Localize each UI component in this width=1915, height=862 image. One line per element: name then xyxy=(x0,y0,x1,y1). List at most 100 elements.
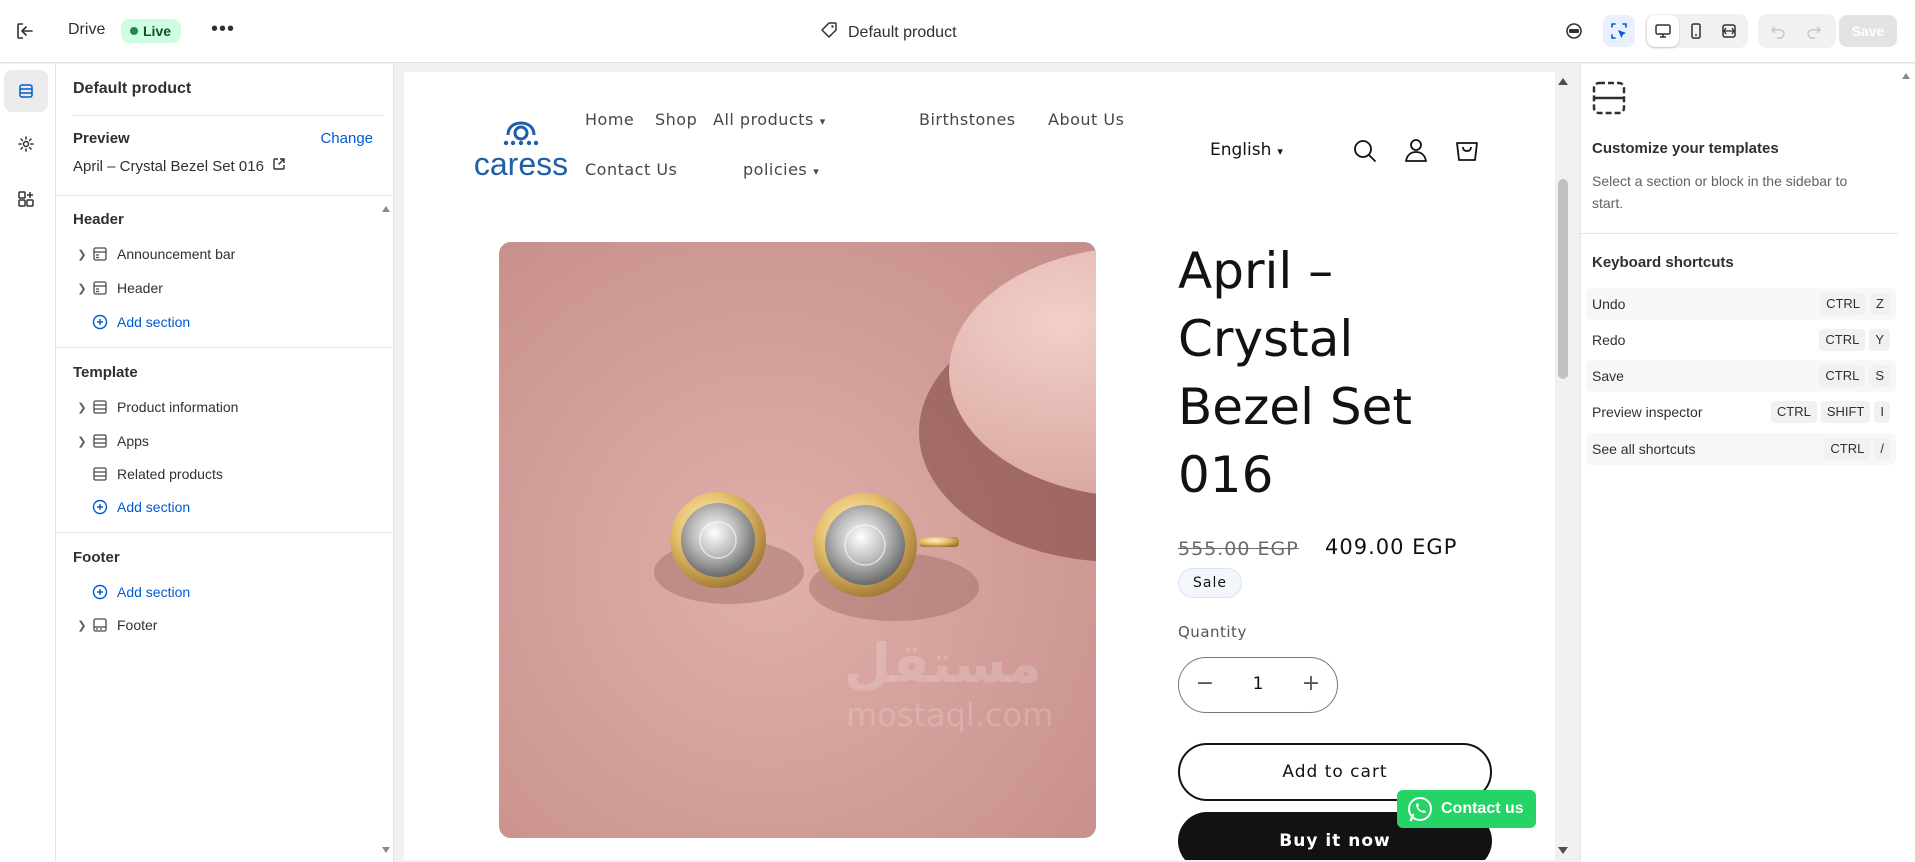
watermark: مستقل xyxy=(844,632,1042,695)
increase-button[interactable]: + xyxy=(1299,672,1323,696)
chevron-down-icon: ▾ xyxy=(813,165,820,178)
exit-icon[interactable] xyxy=(14,20,36,42)
account-icon[interactable] xyxy=(1402,136,1430,164)
selector-icon[interactable] xyxy=(1603,15,1635,47)
whatsapp-icon xyxy=(1408,797,1432,822)
theme-name[interactable]: Drive xyxy=(68,21,105,39)
add-section-footer[interactable]: Add section xyxy=(72,579,190,605)
key: / xyxy=(1874,438,1890,460)
chevron-right-icon[interactable]: ❯ xyxy=(72,435,92,448)
section-item-footer[interactable]: ❯ Footer xyxy=(72,612,157,638)
nav-contact-us[interactable]: Contact Us xyxy=(585,160,677,179)
section-item-label: Header xyxy=(117,280,163,296)
nav-all-products[interactable]: All products ▾ xyxy=(713,110,826,129)
chevron-right-icon[interactable]: ❯ xyxy=(72,401,92,414)
scroll-up-arrow[interactable] xyxy=(381,201,391,212)
section-item-label: Product information xyxy=(117,399,239,415)
section-icon xyxy=(92,399,114,415)
preview-canvas: caress Home Shop All products ▾ Birthston… xyxy=(394,64,1580,862)
shortcut-keys: CTRL / xyxy=(1824,438,1890,460)
key: I xyxy=(1874,401,1890,423)
shortcut-row-see-all[interactable]: See all shortcuts CTRL / xyxy=(1586,433,1896,465)
scrollbar-thumb[interactable] xyxy=(1558,179,1568,379)
divider xyxy=(73,115,383,116)
apps-icon[interactable] xyxy=(4,178,48,220)
watermark-domain: mostaql.com xyxy=(846,696,1054,734)
divider xyxy=(56,195,393,196)
live-badge: Live xyxy=(121,19,182,43)
shortcut-keys: CTRL SHIFT I xyxy=(1770,401,1890,423)
save-button[interactable]: Save xyxy=(1839,15,1897,47)
top-bar: Drive Live ••• Default product Save xyxy=(0,0,1915,63)
section-icon xyxy=(92,617,114,633)
section-item-announcement-bar[interactable]: ❯ Announcement bar xyxy=(72,241,235,267)
quantity-input[interactable]: 1 xyxy=(1234,674,1282,694)
key: CTRL xyxy=(1819,365,1866,387)
inspector-icon[interactable] xyxy=(1558,15,1590,47)
group-title-footer: Footer xyxy=(73,549,120,566)
section-item-apps[interactable]: ❯ Apps xyxy=(72,428,149,454)
whatsapp-contact-button[interactable]: Contact us xyxy=(1397,790,1536,828)
shortcut-row-redo: Redo CTRL Y xyxy=(1586,324,1896,356)
product-image[interactable] xyxy=(499,242,1096,838)
group-title-header: Header xyxy=(73,211,124,228)
search-icon[interactable] xyxy=(1351,137,1379,165)
add-section-header[interactable]: Add section xyxy=(72,309,190,335)
section-item-label: Apps xyxy=(117,433,149,449)
nav-label: All products xyxy=(713,110,814,129)
shortcut-label: Save xyxy=(1592,368,1624,384)
preview-label: Preview xyxy=(73,130,130,147)
shortcut-label: See all shortcuts xyxy=(1592,441,1696,457)
preview-scrollbar[interactable] xyxy=(1554,76,1568,856)
section-item-product-information[interactable]: ❯ Product information xyxy=(72,394,238,420)
change-preview-link[interactable]: Change xyxy=(320,130,373,147)
template-selector[interactable]: Default product xyxy=(820,21,957,44)
divider xyxy=(1581,233,1898,234)
nav-policies[interactable]: policies ▾ xyxy=(743,160,819,179)
add-section-label: Add section xyxy=(117,499,191,515)
nav-shop[interactable]: Shop xyxy=(655,110,697,129)
key: CTRL xyxy=(1820,293,1867,315)
section-item-related-products[interactable]: Related products xyxy=(72,461,223,487)
section-item-header[interactable]: ❯ Header xyxy=(72,275,163,301)
store-preview[interactable]: caress Home Shop All products ▾ Birthston… xyxy=(404,72,1555,860)
chevron-right-icon[interactable]: ❯ xyxy=(72,619,92,632)
shortcuts-title: Keyboard shortcuts xyxy=(1592,254,1734,271)
language-selector[interactable]: English ▾ xyxy=(1210,140,1283,160)
mobile-icon[interactable] xyxy=(1680,15,1712,47)
settings-icon[interactable] xyxy=(4,123,48,165)
section-icon xyxy=(92,433,114,449)
chevron-down-icon: ▾ xyxy=(1277,145,1283,158)
section-icon xyxy=(92,466,114,482)
sections-icon xyxy=(1592,81,1626,115)
shortcut-row-undo: Undo CTRL Z xyxy=(1586,288,1896,320)
nav-about-us[interactable]: About Us xyxy=(1048,110,1124,129)
scroll-up-arrow[interactable] xyxy=(1901,68,1911,79)
price-sale: 409.00 EGP xyxy=(1325,535,1458,559)
product-title-line: Crystal xyxy=(1178,310,1354,368)
nav-home[interactable]: Home xyxy=(585,110,634,129)
shortcut-keys: CTRL S xyxy=(1819,365,1890,387)
desktop-icon[interactable] xyxy=(1647,15,1679,47)
scroll-down-arrow[interactable] xyxy=(381,842,391,860)
nav-birthstones[interactable]: Birthstones xyxy=(919,110,1016,129)
shortcut-keys: CTRL Z xyxy=(1820,293,1890,315)
external-link-icon[interactable] xyxy=(272,157,286,175)
chevron-right-icon[interactable]: ❯ xyxy=(72,248,92,261)
key: Z xyxy=(1870,293,1890,315)
more-actions-button[interactable]: ••• xyxy=(210,18,236,44)
fullwidth-icon[interactable] xyxy=(1713,15,1745,47)
shortcut-label: Undo xyxy=(1592,296,1626,312)
preview-product[interactable]: April – Crystal Bezel Set 016 xyxy=(73,157,286,175)
chevron-right-icon[interactable]: ❯ xyxy=(72,282,92,295)
add-section-template[interactable]: Add section xyxy=(72,494,190,520)
section-item-label: Related products xyxy=(117,466,223,482)
inspector-panel: Customize your templates Select a sectio… xyxy=(1580,64,1915,862)
decrease-button[interactable]: − xyxy=(1193,672,1217,696)
undo-icon[interactable] xyxy=(1762,15,1794,47)
redo-icon[interactable] xyxy=(1798,15,1830,47)
shortcut-label: Preview inspector xyxy=(1592,404,1703,420)
cart-icon[interactable] xyxy=(1453,136,1481,164)
sections-icon[interactable] xyxy=(4,70,48,112)
store-logo[interactable]: caress xyxy=(468,117,574,183)
